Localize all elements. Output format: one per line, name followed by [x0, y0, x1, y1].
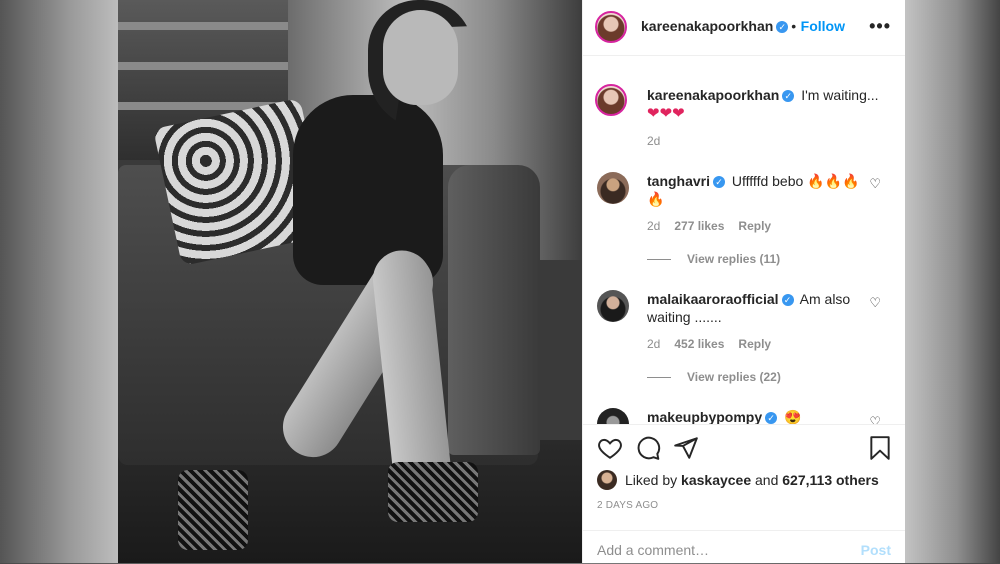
comment-meta: 2d 277 likes Reply [647, 219, 771, 233]
background-right [904, 0, 1000, 563]
action-bar: Liked by kaskaycee and 627,113 others 2 … [583, 424, 905, 545]
comment-like-icon[interactable]: ♡ [869, 295, 881, 311]
comment-text: Ufffffd bebo 🔥🔥🔥 [731, 173, 860, 189]
view-replies-button[interactable]: View replies (11) [647, 252, 780, 266]
author-avatar[interactable] [595, 11, 627, 43]
comment-text: 😍 [784, 409, 802, 424]
comment-input[interactable]: Add a comment… [597, 542, 709, 558]
comment-text: Am also [799, 291, 851, 307]
post-panel: kareenakapoorkhan ✓ • Follow ••• kareenaka… [582, 0, 905, 563]
liked-by-text: Liked by kaskaycee and 627,113 others [625, 472, 879, 488]
bookmark-icon[interactable] [867, 435, 893, 461]
comment-username[interactable]: makeupbypompy [647, 409, 762, 424]
view-replies-button[interactable]: View replies (22) [647, 370, 781, 384]
post-time-ago[interactable]: 2 DAYS AGO [597, 500, 658, 511]
view-replies-label: View replies (11) [687, 252, 781, 266]
comment-like-icon[interactable]: ♡ [869, 414, 881, 424]
comment-time: 2d [647, 219, 661, 233]
caption-time: 2d [647, 134, 661, 148]
caption-username[interactable]: kareenakapoorkhan [647, 87, 779, 103]
liked-by-and: and [755, 472, 779, 488]
more-options-icon[interactable]: ••• [869, 16, 891, 37]
reply-button[interactable]: Reply [738, 219, 771, 233]
photo-figure-head [383, 10, 458, 105]
liked-by-prefix: Liked by [625, 472, 678, 488]
comment-text-cont: 🔥 [647, 191, 665, 207]
liked-by-user[interactable]: kaskaycee [681, 472, 751, 488]
comment-text-cont: waiting ....... [647, 309, 722, 325]
background-left [0, 0, 118, 563]
replies-divider [647, 259, 671, 261]
photo-sofa-arm [448, 165, 540, 455]
follow-button[interactable]: Follow [801, 18, 845, 34]
verified-badge-icon: ✓ [713, 176, 726, 189]
photo-figure-shoe [388, 462, 478, 522]
comments-list[interactable]: kareenakapoorkhan ✓ I'm waiting... ❤❤❤ 2d… [583, 56, 905, 424]
comment-text-block: makeupbypompy ✓ 😍 [647, 408, 867, 424]
post-header: kareenakapoorkhan ✓ • Follow ••• [583, 0, 905, 56]
verified-badge-icon: ✓ [776, 20, 789, 33]
comment-like-icon[interactable]: ♡ [869, 176, 881, 192]
replies-divider [647, 377, 671, 379]
commenter-avatar[interactable] [597, 408, 629, 424]
comment-username[interactable]: tanghavri [647, 173, 710, 189]
comment-bubble-icon[interactable] [635, 435, 661, 461]
author-username[interactable]: kareenakapoorkhan [641, 18, 773, 34]
liked-by-avatar[interactable] [597, 470, 617, 490]
caption-hearts: ❤❤❤ [647, 105, 685, 122]
verified-badge-icon: ✓ [782, 90, 795, 103]
commenter-avatar[interactable] [597, 172, 629, 204]
separator-dot: • [791, 18, 797, 34]
view-replies-label: View replies (22) [687, 370, 781, 384]
liked-by-others[interactable]: 627,113 others [782, 472, 879, 488]
comment-time: 2d [647, 337, 661, 351]
comment-username[interactable]: malaikaaroraofficial [647, 291, 779, 307]
caption-avatar[interactable] [595, 84, 627, 116]
comment-composer: Add a comment… Post [583, 530, 905, 564]
comment-text-block: tanghavri ✓ Ufffffd bebo 🔥🔥🔥 🔥 [647, 172, 867, 208]
paper-plane-icon[interactable] [673, 435, 699, 461]
caption-text: I'm waiting... [801, 87, 879, 103]
commenter-avatar[interactable] [597, 290, 629, 322]
comment-meta: 2d 452 likes Reply [647, 337, 771, 351]
verified-badge-icon: ✓ [781, 294, 794, 307]
reply-button[interactable]: Reply [738, 337, 771, 351]
comment-likes[interactable]: 277 likes [674, 219, 724, 233]
heart-icon[interactable] [597, 435, 623, 461]
post-photo[interactable] [118, 0, 582, 563]
post-comment-button[interactable]: Post [861, 542, 891, 558]
header-line: kareenakapoorkhan ✓ • Follow [641, 18, 845, 36]
comment-text-block: malaikaaroraofficial ✓ Am also waiting ..… [647, 290, 867, 326]
verified-badge-icon: ✓ [765, 412, 778, 424]
caption-text-block: kareenakapoorkhan ✓ I'm waiting... ❤❤❤ [647, 86, 887, 123]
photo-figure-shoe [178, 470, 248, 550]
comment-likes[interactable]: 452 likes [674, 337, 724, 351]
